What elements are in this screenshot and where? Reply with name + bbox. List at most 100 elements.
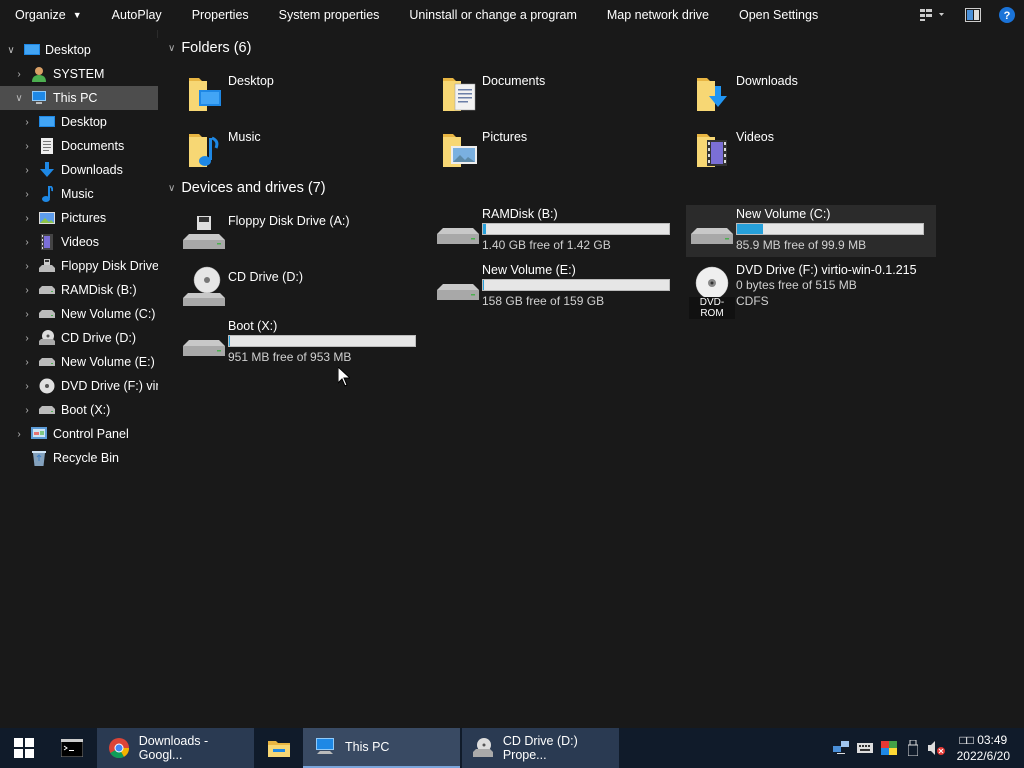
desktop-icon (24, 42, 40, 58)
taskbar-chrome-downloads[interactable]: Downloads - Googl... (97, 728, 254, 768)
folder-tile-pictures[interactable]: Pictures (432, 121, 682, 173)
color-display-icon (880, 741, 897, 755)
devices-group-header[interactable]: ∨ Devices and drives (7) (168, 180, 326, 196)
folder-tile-music[interactable]: Music (178, 121, 428, 173)
chevron-right-icon[interactable]: › (22, 237, 32, 248)
folder-tile-downloads[interactable]: Downloads (686, 65, 936, 117)
nav-item-volume-c[interactable]: › New Volume (C:) (0, 302, 158, 326)
chevron-right-icon[interactable]: › (22, 141, 32, 152)
chevron-down-icon[interactable]: ∨ (14, 93, 24, 104)
system-properties-button[interactable]: System properties (264, 0, 395, 30)
svg-text:?: ? (1004, 10, 1011, 22)
nav-item-boot[interactable]: › Boot (X:) (0, 398, 158, 422)
drive-tile-floppy[interactable]: Floppy Disk Drive (A:) (178, 205, 428, 257)
nav-label: Videos (61, 235, 99, 249)
file-explorer-icon (268, 741, 290, 757)
drive-icon (39, 402, 55, 418)
clock[interactable]: □□ 03:49 2022/6/20 (949, 732, 1024, 764)
chevron-right-icon[interactable]: › (22, 357, 32, 368)
videos-icon (39, 234, 55, 250)
chevron-right-icon[interactable]: › (14, 429, 24, 440)
chevron-right-icon[interactable]: › (22, 165, 32, 176)
navigation-pane: ∨ Desktop › SYSTEM ∨ This PC › Desktop ›… (0, 38, 158, 728)
drive-tile-ramdisk[interactable]: RAMDisk (B:) 1.40 GB free of 1.42 GB (432, 205, 682, 257)
network-tray-button[interactable] (829, 741, 853, 755)
help-button[interactable]: ? (990, 0, 1024, 30)
properties-button[interactable]: Properties (177, 0, 264, 30)
taskbar-this-pc[interactable]: This PC (303, 728, 460, 768)
map-network-drive-button[interactable]: Map network drive (592, 0, 724, 30)
nav-item-desktop[interactable]: › Desktop (0, 110, 158, 134)
nav-item-desktop-root[interactable]: ∨ Desktop (0, 38, 158, 62)
nav-item-documents[interactable]: › Documents (0, 134, 158, 158)
drive-tile-volume-c[interactable]: New Volume (C:) 85.9 MB free of 99.9 MB (686, 205, 936, 257)
nav-label: DVD Drive (F:) virti (61, 379, 158, 393)
chevron-right-icon[interactable]: › (22, 189, 32, 200)
chevron-right-icon[interactable]: › (22, 309, 32, 320)
folder-desktop-icon (189, 78, 221, 111)
taskbar-file-explorer[interactable] (256, 728, 302, 768)
drive-icon (437, 284, 479, 300)
drive-tile-boot[interactable]: Boot (X:) 951 MB free of 953 MB (178, 317, 428, 369)
chevron-down-icon[interactable]: ∨ (168, 183, 175, 194)
folder-downloads-icon (697, 78, 727, 111)
nav-item-floppy[interactable]: › Floppy Disk Drive (0, 254, 158, 278)
nav-item-music[interactable]: › Music (0, 182, 158, 206)
nav-item-cd-drive[interactable]: › CD Drive (D:) (0, 326, 158, 350)
chevron-right-icon[interactable]: › (22, 117, 32, 128)
open-settings-button[interactable]: Open Settings (724, 0, 833, 30)
folders-group-header[interactable]: ∨ Folders (6) (168, 40, 251, 56)
dvd-icon (39, 378, 55, 394)
chrome-icon (107, 736, 131, 760)
chevron-right-icon[interactable]: › (22, 213, 32, 224)
taskbar-cd-properties[interactable]: CD Drive (D:) Prope... (462, 728, 619, 768)
preview-pane-button[interactable] (956, 0, 990, 30)
drive-tile-cd[interactable]: CD Drive (D:) (178, 261, 428, 313)
nav-item-ramdisk[interactable]: › RAMDisk (B:) (0, 278, 158, 302)
chevron-down-icon[interactable]: ∨ (168, 43, 175, 54)
nav-label: Music (61, 187, 94, 201)
autoplay-button[interactable]: AutoPlay (97, 0, 177, 30)
folder-documents-icon (443, 78, 476, 111)
nav-item-pictures[interactable]: › Pictures (0, 206, 158, 230)
system-tray: □□ 03:49 2022/6/20 (829, 728, 1024, 768)
drive-free-space: 85.9 MB free of 99.9 MB (736, 238, 867, 252)
nav-item-control-panel[interactable]: › Control Panel (0, 422, 158, 446)
folder-tile-desktop[interactable]: Desktop (178, 65, 428, 117)
keyboard-tray-button[interactable] (853, 743, 877, 753)
nav-item-downloads[interactable]: › Downloads (0, 158, 158, 182)
nav-label: Pictures (61, 211, 107, 225)
chevron-right-icon[interactable]: › (22, 333, 32, 344)
nav-item-recycle-bin[interactable]: Recycle Bin (0, 446, 158, 470)
chevron-down-icon[interactable]: ∨ (6, 45, 16, 56)
display-tray-button[interactable] (877, 741, 901, 755)
nav-item-system[interactable]: › SYSTEM (0, 62, 158, 86)
drive-usage-bar (228, 335, 416, 347)
nav-label: New Volume (E:) (61, 355, 155, 369)
taskbar-terminal[interactable] (48, 728, 96, 768)
nav-label: CD Drive (D:) (61, 331, 136, 345)
chevron-right-icon[interactable]: › (22, 261, 32, 272)
nav-item-videos[interactable]: › Videos (0, 230, 158, 254)
view-options-button[interactable] (912, 0, 956, 30)
folder-tile-videos[interactable]: Videos (686, 121, 936, 173)
chevron-right-icon[interactable]: › (22, 285, 32, 296)
recycle-bin-icon (31, 450, 47, 466)
organize-button[interactable]: Organize ▼ (0, 0, 97, 30)
usb-tray-button[interactable] (901, 740, 925, 756)
drive-filesystem: CDFS (736, 294, 769, 308)
chevron-right-icon[interactable]: › (22, 405, 32, 416)
nav-item-this-pc[interactable]: ∨ This PC (0, 86, 158, 110)
uninstall-button[interactable]: Uninstall or change a program (394, 0, 591, 30)
nav-item-volume-e[interactable]: › New Volume (E:) (0, 350, 158, 374)
chevron-right-icon[interactable]: › (22, 381, 32, 392)
folder-tile-documents[interactable]: Documents (432, 65, 682, 117)
nav-item-dvd-drive[interactable]: › DVD Drive (F:) virti (0, 374, 158, 398)
volume-tray-button[interactable] (925, 741, 949, 755)
music-icon (39, 186, 55, 202)
chevron-right-icon[interactable]: › (14, 69, 24, 80)
start-button[interactable] (0, 728, 48, 768)
drive-tile-dvd[interactable]: DVD-ROM DVD Drive (F:) virtio-win-0.1.21… (686, 261, 936, 319)
clock-date: 2022/6/20 (956, 749, 1010, 763)
drive-tile-volume-e[interactable]: New Volume (E:) 158 GB free of 159 GB (432, 261, 682, 313)
